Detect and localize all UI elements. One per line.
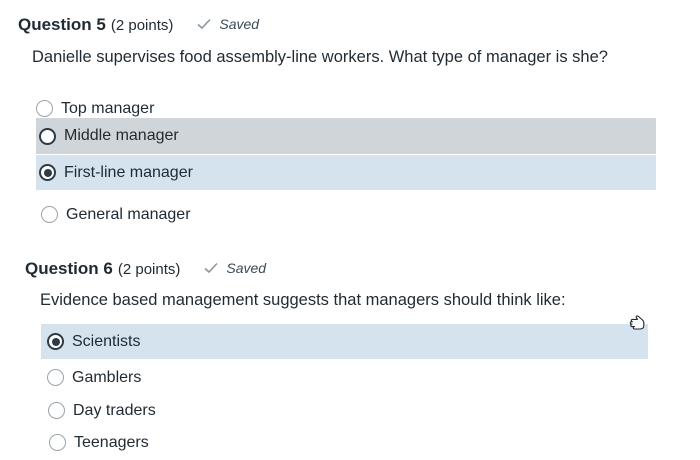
saved-label: Saved [219, 16, 260, 32]
question-points: (2 points) [110, 17, 174, 34]
question-header: Question 5 (2 points) Saved [18, 15, 259, 35]
answer-label: Scientists [72, 332, 141, 350]
answer-option-scientists[interactable]: Scientists [41, 324, 648, 359]
hand-pointer-icon [629, 315, 645, 330]
radio-button[interactable] [48, 402, 65, 419]
saved-status: Saved [197, 16, 259, 32]
question-points: (2 points) [117, 261, 181, 278]
radio-button[interactable] [41, 206, 58, 223]
answer-label: Day traders [73, 401, 156, 419]
answer-label: Gamblers [72, 368, 142, 386]
question-prompt: Evidence based management suggests that … [40, 291, 566, 309]
question-prompt: Danielle supervises food assembly-line w… [32, 48, 608, 66]
answer-option-middle-manager[interactable]: Middle manager [36, 118, 656, 154]
question-5: Question 5 (2 points) Saved Danielle sup… [0, 0, 700, 240]
radio-button[interactable] [39, 164, 56, 181]
radio-button[interactable] [47, 333, 64, 350]
question-label: Question 6 [25, 259, 113, 278]
answer-label: Teenagers [74, 433, 149, 451]
question-header: Question 6 (2 points) Saved [25, 259, 266, 279]
answer-option-first-line-manager[interactable]: First-line manager [36, 155, 656, 190]
answer-option-general-manager[interactable]: General manager [38, 197, 656, 232]
radio-button[interactable] [47, 369, 64, 386]
radio-button[interactable] [49, 434, 66, 451]
saved-status: Saved [204, 260, 266, 276]
saved-label: Saved [226, 260, 267, 276]
checkmark-icon [204, 262, 218, 274]
radio-button[interactable] [36, 100, 53, 117]
question-6: Question 6 (2 points) Saved Evidence bas… [0, 240, 700, 459]
question-label: Question 5 [18, 15, 106, 34]
answer-label: General manager [66, 205, 191, 223]
answer-label: Middle manager [64, 127, 179, 144]
answer-option-teenagers[interactable]: Teenagers [43, 425, 648, 460]
checkmark-icon [197, 18, 211, 30]
answer-option-day-traders[interactable]: Day traders [42, 393, 648, 428]
radio-button[interactable] [39, 127, 56, 145]
answer-label: First-line manager [64, 163, 193, 181]
answer-label: Top manager [61, 99, 155, 117]
answer-option-gamblers[interactable]: Gamblers [41, 360, 648, 395]
